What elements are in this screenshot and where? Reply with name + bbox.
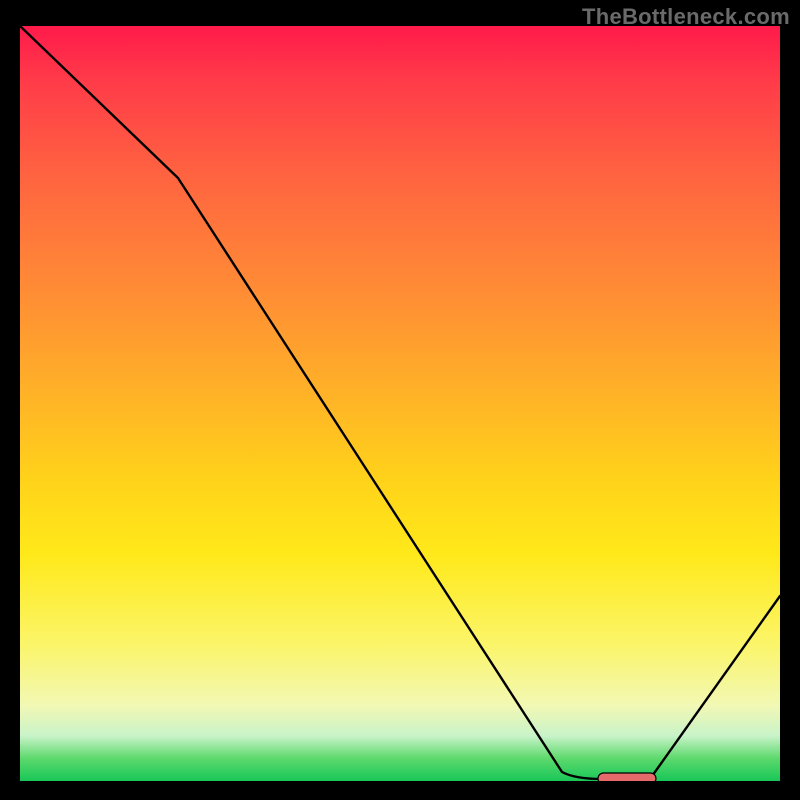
bottleneck-curve [20, 26, 780, 779]
curve-svg [20, 26, 780, 781]
plot-area [20, 26, 780, 781]
optimum-marker [598, 773, 656, 781]
chart-frame: TheBottleneck.com [0, 0, 800, 800]
